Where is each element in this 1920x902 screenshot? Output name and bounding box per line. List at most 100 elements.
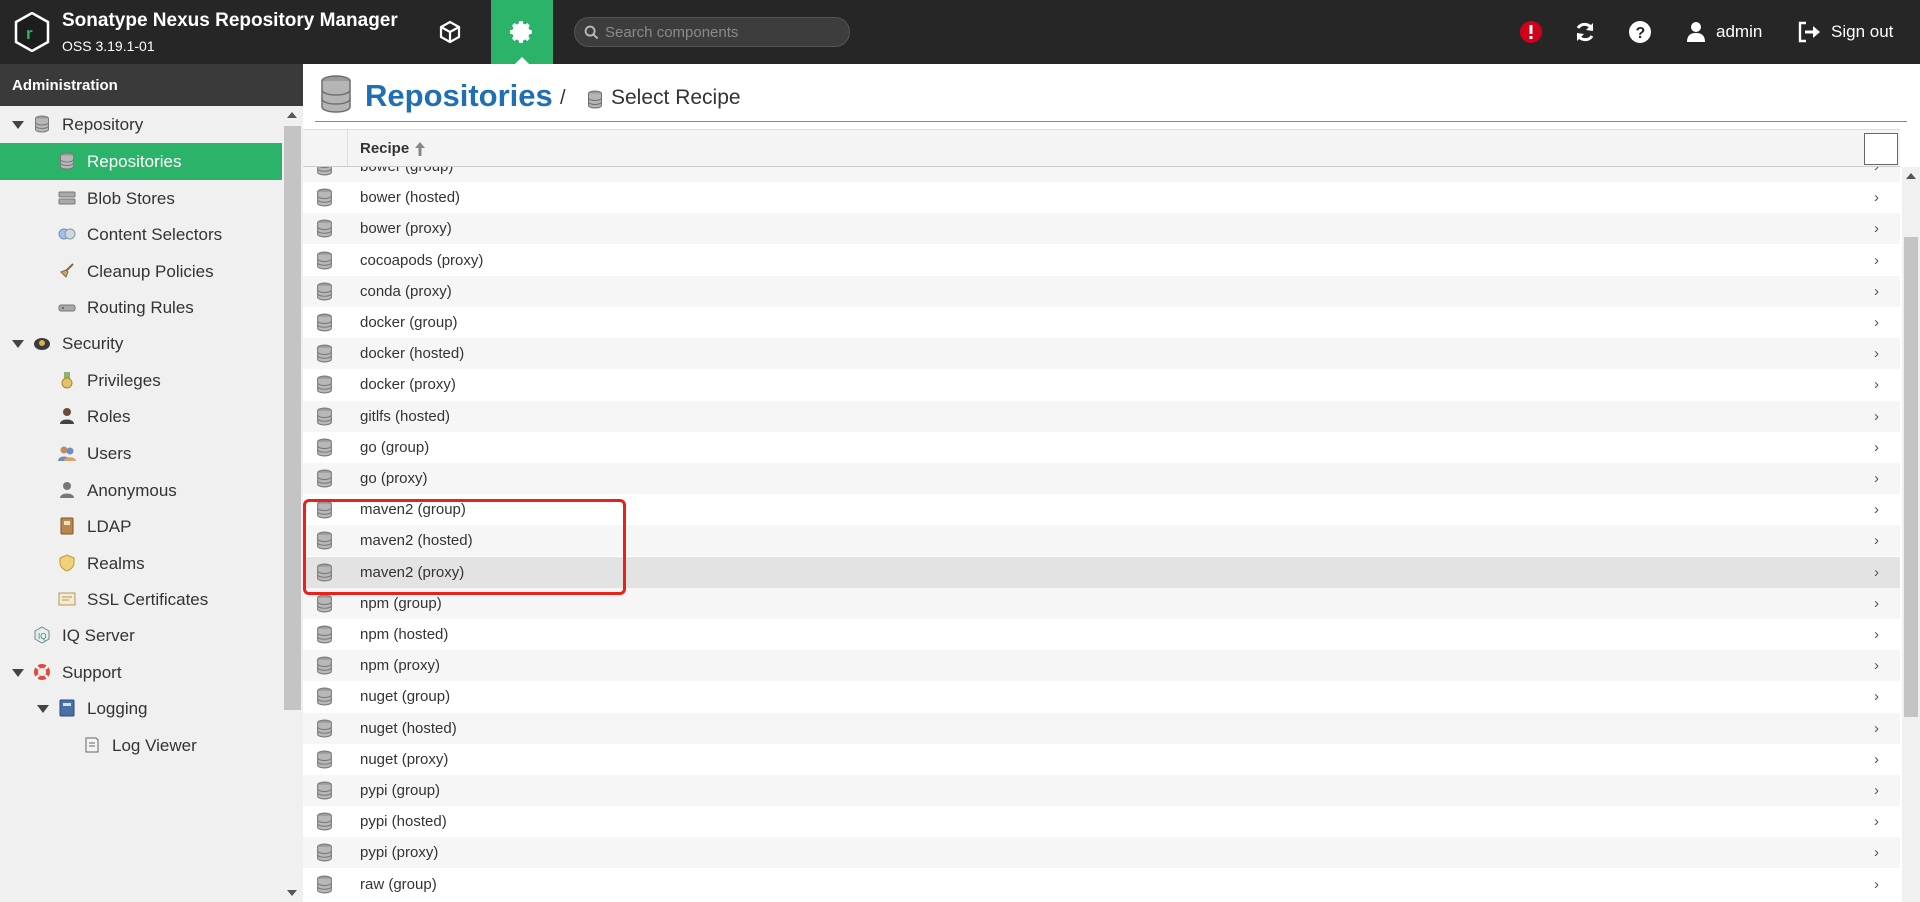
address-book-icon	[57, 516, 77, 536]
recipe-column-header[interactable]: Recipe	[360, 140, 426, 157]
recipe-name: maven2 (hosted)	[360, 532, 473, 549]
recipe-row[interactable]: gitlfs (hosted) ›	[303, 401, 1900, 432]
database-icon	[316, 875, 333, 898]
recipe-row[interactable]: nuget (proxy) ›	[303, 744, 1900, 775]
sidebar-item-roles[interactable]: Roles	[0, 398, 282, 435]
database-icon	[57, 151, 77, 171]
chevron-right-icon: ›	[1874, 220, 1879, 237]
sidebar-item-label: LDAP	[87, 517, 132, 536]
recipe-name: bower (group)	[360, 167, 453, 175]
recipe-row[interactable]: nuget (hosted) ›	[303, 713, 1900, 744]
sidebar-item-blob-stores[interactable]: Blob Stores	[0, 180, 282, 217]
chevron-right-icon: ›	[1874, 595, 1879, 612]
badge-icon	[32, 333, 52, 353]
recipe-row[interactable]: maven2 (group) ›	[303, 494, 1900, 525]
nexus-logo[interactable]: r	[14, 12, 50, 52]
shield-icon	[57, 553, 77, 573]
recipe-row[interactable]: npm (group) ›	[303, 588, 1900, 619]
expand-caret-icon[interactable]	[37, 705, 49, 713]
recipe-row[interactable]: pypi (hosted) ›	[303, 806, 1900, 837]
sidebar-scrollbar[interactable]	[282, 106, 303, 902]
recipe-row[interactable]: raw (group) ›	[303, 869, 1900, 900]
recipe-name: nuget (group)	[360, 688, 451, 705]
recipe-row[interactable]: pypi (group) ›	[303, 775, 1900, 806]
sort-ascending-icon	[415, 141, 426, 156]
sidebar-item-log-viewer[interactable]: Log Viewer	[0, 727, 282, 764]
icon-column-header	[303, 130, 348, 166]
page-title[interactable]: Repositories	[365, 78, 553, 114]
scroll-down-arrow-icon[interactable]	[287, 890, 297, 896]
recipe-row[interactable]: maven2 (proxy) ›	[303, 557, 1900, 588]
search-box[interactable]	[574, 17, 850, 47]
help-button[interactable]: ?	[1624, 16, 1656, 48]
sidebar-item-repository[interactable]: Repository	[0, 106, 282, 143]
recipe-row[interactable]: docker (hosted) ›	[303, 338, 1900, 369]
recipe-row[interactable]: nuget (group) ›	[303, 681, 1900, 712]
sidebar-item-label: Security	[62, 334, 124, 353]
chevron-right-icon: ›	[1874, 751, 1879, 768]
recipe-name: pypi (hosted)	[360, 813, 447, 830]
grid-scrollbar[interactable]	[1902, 167, 1920, 902]
database-icon	[316, 625, 333, 648]
search-input[interactable]	[605, 21, 841, 43]
scrollbar-thumb[interactable]	[1904, 237, 1918, 717]
sidebar-item-logging[interactable]: Logging	[0, 690, 282, 727]
breadcrumb: Repositories / Select Recipe	[315, 72, 1907, 122]
recipe-row[interactable]: conda (proxy) ›	[303, 276, 1900, 307]
expand-caret-icon[interactable]	[12, 340, 24, 348]
iq-icon: IQ	[32, 625, 52, 645]
database-icon	[316, 251, 333, 274]
sidebar-item-support[interactable]: Support	[0, 654, 282, 691]
anonymous-icon	[57, 480, 77, 500]
sidebar-item-iq-server[interactable]: IQ IQ Server	[0, 617, 282, 654]
grid-header: Recipe	[303, 129, 1900, 167]
recipe-row[interactable]: bower (hosted) ›	[303, 182, 1900, 213]
expand-caret-icon[interactable]	[12, 121, 24, 129]
database-icon	[316, 344, 333, 367]
sidebar-item-routing-rules[interactable]: Routing Rules	[0, 289, 282, 326]
recipe-row[interactable]: maven2 (hosted) ›	[303, 525, 1900, 556]
scrollbar-thumb[interactable]	[284, 126, 301, 710]
sign-out-button[interactable]: Sign out	[1797, 18, 1893, 46]
lifebuoy-icon	[32, 662, 52, 682]
administration-nav-button[interactable]	[491, 0, 553, 64]
chevron-right-icon: ›	[1874, 408, 1879, 425]
recipe-name: docker (hosted)	[360, 345, 465, 362]
recipe-row[interactable]: pypi (proxy) ›	[303, 837, 1900, 868]
sidebar-item-realms[interactable]: Realms	[0, 545, 282, 582]
recipe-row[interactable]: bower (proxy) ›	[303, 213, 1900, 244]
recipe-name: bower (hosted)	[360, 189, 461, 206]
recipe-row[interactable]: bower (group) ›	[303, 167, 1900, 182]
recipe-row[interactable]: go (group) ›	[303, 432, 1900, 463]
recipe-row[interactable]: go (proxy) ›	[303, 463, 1900, 494]
system-status-button[interactable]	[1515, 16, 1547, 48]
sidebar-item-security[interactable]: Security	[0, 325, 282, 362]
expand-caret-icon[interactable]	[12, 669, 24, 677]
sidebar-item-repositories[interactable]: Repositories	[0, 143, 282, 180]
sidebar-item-ssl-certificates[interactable]: SSL Certificates	[0, 581, 282, 618]
recipe-row[interactable]: npm (proxy) ›	[303, 650, 1900, 681]
sidebar-item-privileges[interactable]: Privileges	[0, 362, 282, 399]
scroll-up-arrow-icon[interactable]	[287, 112, 297, 118]
sidebar-item-anonymous[interactable]: Anonymous	[0, 472, 282, 509]
recipe-row[interactable]: cocoapods (proxy) ›	[303, 245, 1900, 276]
chevron-right-icon: ›	[1874, 189, 1879, 206]
user-menu[interactable]: admin	[1686, 18, 1762, 46]
sidebar-item-label: IQ Server	[62, 626, 135, 645]
recipe-row[interactable]: docker (proxy) ›	[303, 369, 1900, 400]
chevron-right-icon: ›	[1874, 720, 1879, 737]
sidebar-item-cleanup-policies[interactable]: Cleanup Policies	[0, 253, 282, 290]
browse-nav-button[interactable]	[420, 0, 480, 64]
chevron-right-icon: ›	[1874, 439, 1879, 456]
sidebar-item-ldap[interactable]: LDAP	[0, 508, 282, 545]
chevron-right-icon: ›	[1874, 345, 1879, 362]
sidebar-item-content-selectors[interactable]: Content Selectors	[0, 216, 282, 253]
scroll-up-arrow-icon[interactable]	[1906, 173, 1916, 179]
recipe-row[interactable]: npm (hosted) ›	[303, 619, 1900, 650]
refresh-button[interactable]	[1569, 16, 1601, 48]
sidebar-item-label: SSL Certificates	[87, 590, 209, 609]
recipe-row[interactable]: docker (group) ›	[303, 307, 1900, 338]
sidebar-item-label: Roles	[87, 407, 131, 426]
sidebar-item-users[interactable]: Users	[0, 435, 282, 472]
column-menu-button[interactable]	[1864, 133, 1898, 165]
